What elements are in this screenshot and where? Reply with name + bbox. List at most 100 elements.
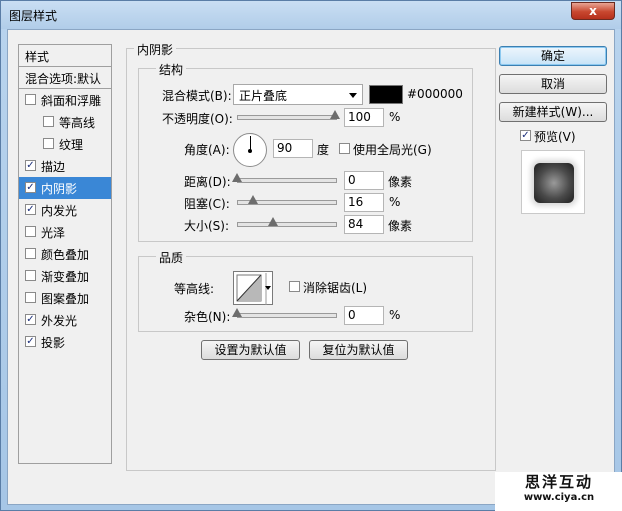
opacity-slider-track[interactable] bbox=[237, 115, 337, 120]
contour-label: 等高线: bbox=[174, 282, 215, 296]
set-default-button[interactable]: 设置为默认值 bbox=[201, 340, 300, 360]
anti-alias-label[interactable]: 消除锯齿(L) bbox=[303, 279, 367, 296]
choke-input[interactable]: 16 bbox=[344, 193, 384, 212]
size-slider-thumb[interactable] bbox=[268, 217, 278, 226]
style-item[interactable]: 斜面和浮雕 bbox=[19, 89, 111, 111]
layer-style-dialog: 图层样式 x 样式 混合选项:默认 斜面和浮雕等高线纹理 ✓ 描边 ✓ 内阴影 ✓ 内发光光… bbox=[0, 0, 622, 511]
style-item[interactable]: ✓ 描边 bbox=[19, 155, 111, 177]
styles-list: 样式 混合选项:默认 斜面和浮雕等高线纹理 ✓ 描边 ✓ 内阴影 ✓ 内发光光泽颜色叠加渐变… bbox=[18, 44, 112, 464]
quality-title: 品质 bbox=[156, 249, 187, 266]
distance-slider-thumb[interactable] bbox=[232, 173, 242, 182]
dialog-client-area: 样式 混合选项:默认 斜面和浮雕等高线纹理 ✓ 描边 ✓ 内阴影 ✓ 内发光光泽颜色叠加渐变… bbox=[7, 29, 615, 505]
style-item[interactable]: ✓ 内发光 bbox=[19, 199, 111, 221]
style-item-label: 光泽 bbox=[41, 226, 66, 240]
style-item-checkbox[interactable] bbox=[43, 138, 54, 149]
noise-slider-thumb[interactable] bbox=[232, 308, 242, 317]
ok-button[interactable]: 确定 bbox=[499, 46, 607, 66]
style-item-label: 内阴影 bbox=[41, 182, 78, 196]
opacity-input[interactable]: 100 bbox=[344, 108, 384, 127]
style-item-label: 等高线 bbox=[59, 116, 96, 130]
style-item-checkbox[interactable]: ✓ bbox=[25, 336, 36, 347]
style-item-label: 图案叠加 bbox=[41, 292, 90, 306]
close-button[interactable]: x bbox=[571, 2, 615, 20]
window-title: 图层样式 bbox=[9, 9, 58, 23]
distance-unit: 像素 bbox=[388, 175, 413, 189]
shadow-color-swatch[interactable] bbox=[369, 85, 403, 104]
choke-label: 阻塞(C): bbox=[184, 197, 230, 211]
angle-label: 角度(A): bbox=[184, 143, 230, 157]
style-item-checkbox[interactable] bbox=[43, 116, 54, 127]
anti-alias-checkbox[interactable] bbox=[289, 281, 300, 292]
shadow-color-hex: #000000 bbox=[407, 87, 463, 101]
style-item-label: 外发光 bbox=[41, 314, 78, 328]
choke-slider-thumb[interactable] bbox=[248, 195, 258, 204]
distance-slider-track[interactable] bbox=[237, 178, 337, 183]
style-items: 斜面和浮雕 等高线 纹理 ✓ 描边 ✓ 内阴影 ✓ 内发光 光泽 颜色叠加 渐变叠加 图案叠加 ✓ 外发光 ✓… bbox=[19, 89, 111, 353]
title-bar[interactable]: 图层样式 x bbox=[1, 1, 621, 29]
noise-unit: % bbox=[389, 308, 401, 322]
size-input[interactable]: 84 bbox=[344, 215, 384, 234]
new-style-button[interactable]: 新建样式(W)... bbox=[499, 102, 607, 122]
noise-slider-track[interactable] bbox=[237, 313, 337, 318]
style-item-checkbox[interactable] bbox=[25, 226, 36, 237]
distance-input[interactable]: 0 bbox=[344, 171, 384, 190]
style-item-checkbox[interactable] bbox=[25, 94, 36, 105]
reset-default-button[interactable]: 复位为默认值 bbox=[309, 340, 408, 360]
chevron-down-icon bbox=[349, 93, 357, 98]
preview-label[interactable]: 预览(V) bbox=[534, 128, 576, 145]
style-item-checkbox[interactable]: ✓ bbox=[25, 314, 36, 325]
noise-input[interactable]: 0 bbox=[344, 306, 384, 325]
blending-options-item[interactable]: 混合选项:默认 bbox=[19, 67, 111, 89]
opacity-slider-thumb[interactable] bbox=[330, 110, 340, 119]
style-item[interactable]: 等高线 bbox=[19, 111, 111, 133]
angle-dial[interactable] bbox=[233, 133, 267, 167]
global-light-checkbox[interactable] bbox=[339, 143, 350, 154]
choke-unit: % bbox=[389, 195, 401, 209]
angle-input[interactable]: 90 bbox=[273, 139, 313, 158]
preview-checkbox[interactable]: ✓ bbox=[520, 130, 531, 141]
size-slider-track[interactable] bbox=[237, 222, 337, 227]
style-item-checkbox[interactable]: ✓ bbox=[25, 160, 36, 171]
distance-label: 距离(D): bbox=[184, 175, 231, 189]
styles-header[interactable]: 样式 bbox=[19, 45, 111, 67]
style-preview bbox=[521, 150, 585, 214]
style-item-label: 内发光 bbox=[41, 204, 78, 218]
style-item-checkbox[interactable]: ✓ bbox=[25, 204, 36, 215]
blend-mode-select[interactable]: 正片叠底 bbox=[233, 84, 363, 105]
blend-mode-label: 混合模式(B): bbox=[162, 89, 232, 103]
structure-title: 结构 bbox=[156, 61, 187, 78]
blend-mode-value: 正片叠底 bbox=[239, 89, 288, 103]
style-item[interactable]: ✓ 投影 bbox=[19, 331, 111, 353]
style-item[interactable]: 图案叠加 bbox=[19, 287, 111, 309]
preview-thumbnail bbox=[534, 163, 574, 203]
style-item-checkbox[interactable] bbox=[25, 292, 36, 303]
inner-shadow-title: 内阴影 bbox=[134, 41, 177, 58]
style-item[interactable]: ✓ 内阴影 bbox=[19, 177, 111, 199]
style-item-label: 描边 bbox=[41, 160, 66, 174]
noise-label: 杂色(N): bbox=[184, 310, 231, 324]
global-light-label[interactable]: 使用全局光(G) bbox=[353, 141, 432, 158]
angle-center-dot bbox=[248, 149, 252, 153]
style-item-label: 渐变叠加 bbox=[41, 270, 90, 284]
style-item-checkbox[interactable]: ✓ bbox=[25, 182, 36, 193]
watermark-url: www.ciya.cn bbox=[523, 492, 595, 503]
size-unit: 像素 bbox=[388, 219, 413, 233]
contour-chevron-down-icon[interactable] bbox=[265, 286, 271, 290]
cancel-button[interactable]: 取消 bbox=[499, 74, 607, 94]
style-item-label: 纹理 bbox=[59, 138, 84, 152]
size-label: 大小(S): bbox=[184, 219, 230, 233]
style-item[interactable]: ✓ 外发光 bbox=[19, 309, 111, 331]
style-item[interactable]: 纹理 bbox=[19, 133, 111, 155]
style-item-checkbox[interactable] bbox=[25, 248, 36, 259]
style-item[interactable]: 渐变叠加 bbox=[19, 265, 111, 287]
style-item-checkbox[interactable] bbox=[25, 270, 36, 281]
style-item-label: 投影 bbox=[41, 336, 66, 350]
opacity-unit: % bbox=[389, 110, 401, 124]
style-item[interactable]: 颜色叠加 bbox=[19, 243, 111, 265]
opacity-label: 不透明度(O): bbox=[162, 112, 233, 126]
style-item-label: 颜色叠加 bbox=[41, 248, 90, 262]
angle-unit: 度 bbox=[317, 143, 330, 157]
style-item-label: 斜面和浮雕 bbox=[41, 94, 102, 108]
watermark-name: 思洋互动 bbox=[524, 473, 593, 491]
style-item[interactable]: 光泽 bbox=[19, 221, 111, 243]
